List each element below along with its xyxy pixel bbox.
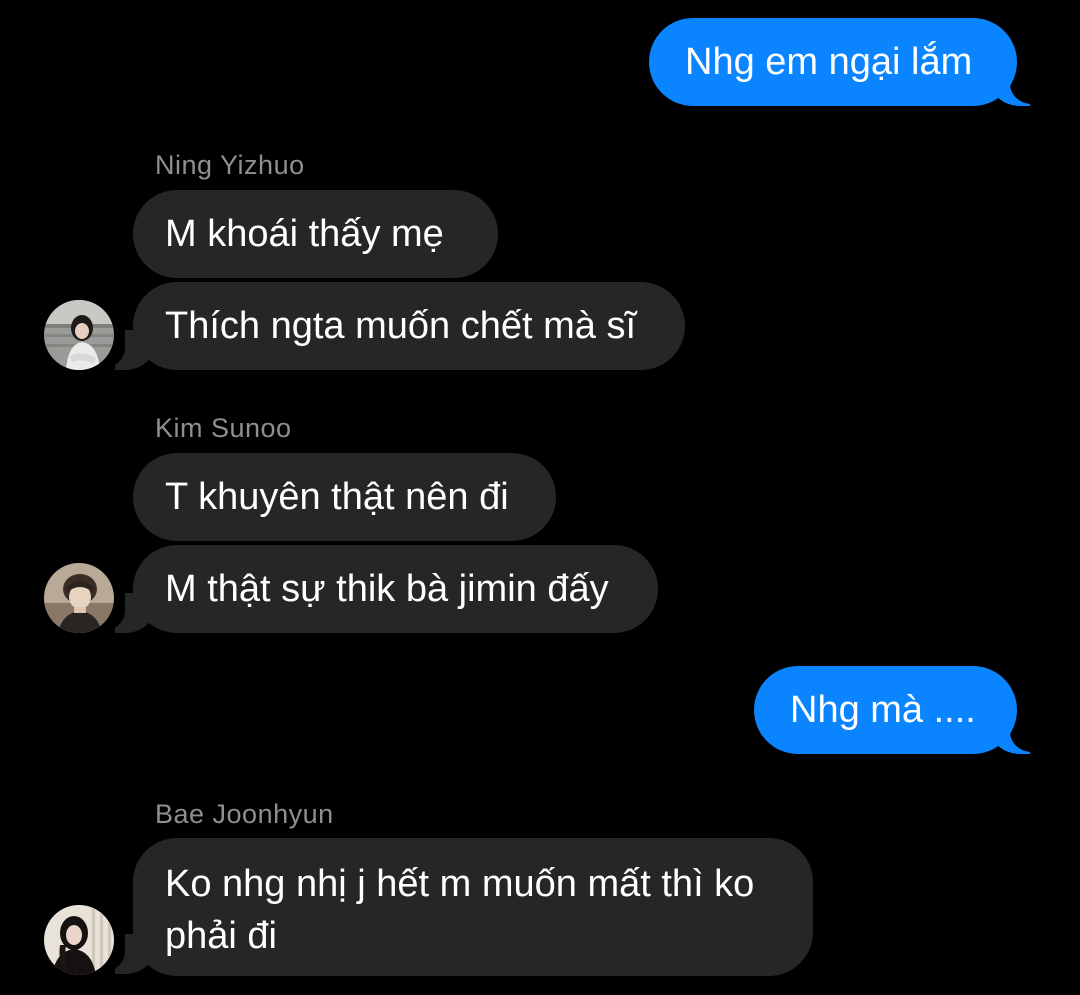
- incoming-message[interactable]: T khuyên thật nên đi: [133, 453, 556, 541]
- message-text: Thích ngta muốn chết mà sĩ: [165, 305, 637, 347]
- message-text: Ko nhg nhị j hết m muốn mất thì ko phải …: [165, 863, 755, 957]
- outgoing-message[interactable]: Nhg em ngại lắm: [649, 18, 1017, 106]
- chat-thread: Nhg em ngại lắm Ning Yizhuo M khoái thấy…: [0, 0, 1080, 995]
- message-text: Nhg em ngại lắm: [685, 41, 973, 83]
- incoming-message[interactable]: M khoái thấy mẹ: [133, 190, 498, 278]
- sender-name: Ning Yizhuo: [155, 150, 305, 180]
- sender-name: Bae Joonhyun: [155, 799, 334, 829]
- message-text: Nhg mà ....: [790, 689, 976, 731]
- incoming-message[interactable]: M thật sự thik bà jimin đấy: [133, 545, 658, 633]
- avatar-bae-joonhyun[interactable]: [44, 905, 114, 975]
- avatar-ning-yizhuo[interactable]: [44, 300, 114, 370]
- avatar-photo-icon: [44, 905, 114, 975]
- avatar-photo-icon: [44, 563, 114, 633]
- avatar-kim-sunoo[interactable]: [44, 563, 114, 633]
- incoming-message[interactable]: Thích ngta muốn chết mà sĩ: [133, 282, 685, 370]
- message-text: M khoái thấy mẹ: [165, 213, 444, 255]
- message-text: T khuyên thật nên đi: [165, 476, 509, 518]
- message-text: M thật sự thik bà jimin đấy: [165, 568, 609, 610]
- avatar-photo-icon: [44, 300, 114, 370]
- outgoing-message[interactable]: Nhg mà ....: [754, 666, 1017, 754]
- incoming-message[interactable]: Ko nhg nhị j hết m muốn mất thì ko phải …: [133, 838, 813, 976]
- sender-name: Kim Sunoo: [155, 413, 292, 443]
